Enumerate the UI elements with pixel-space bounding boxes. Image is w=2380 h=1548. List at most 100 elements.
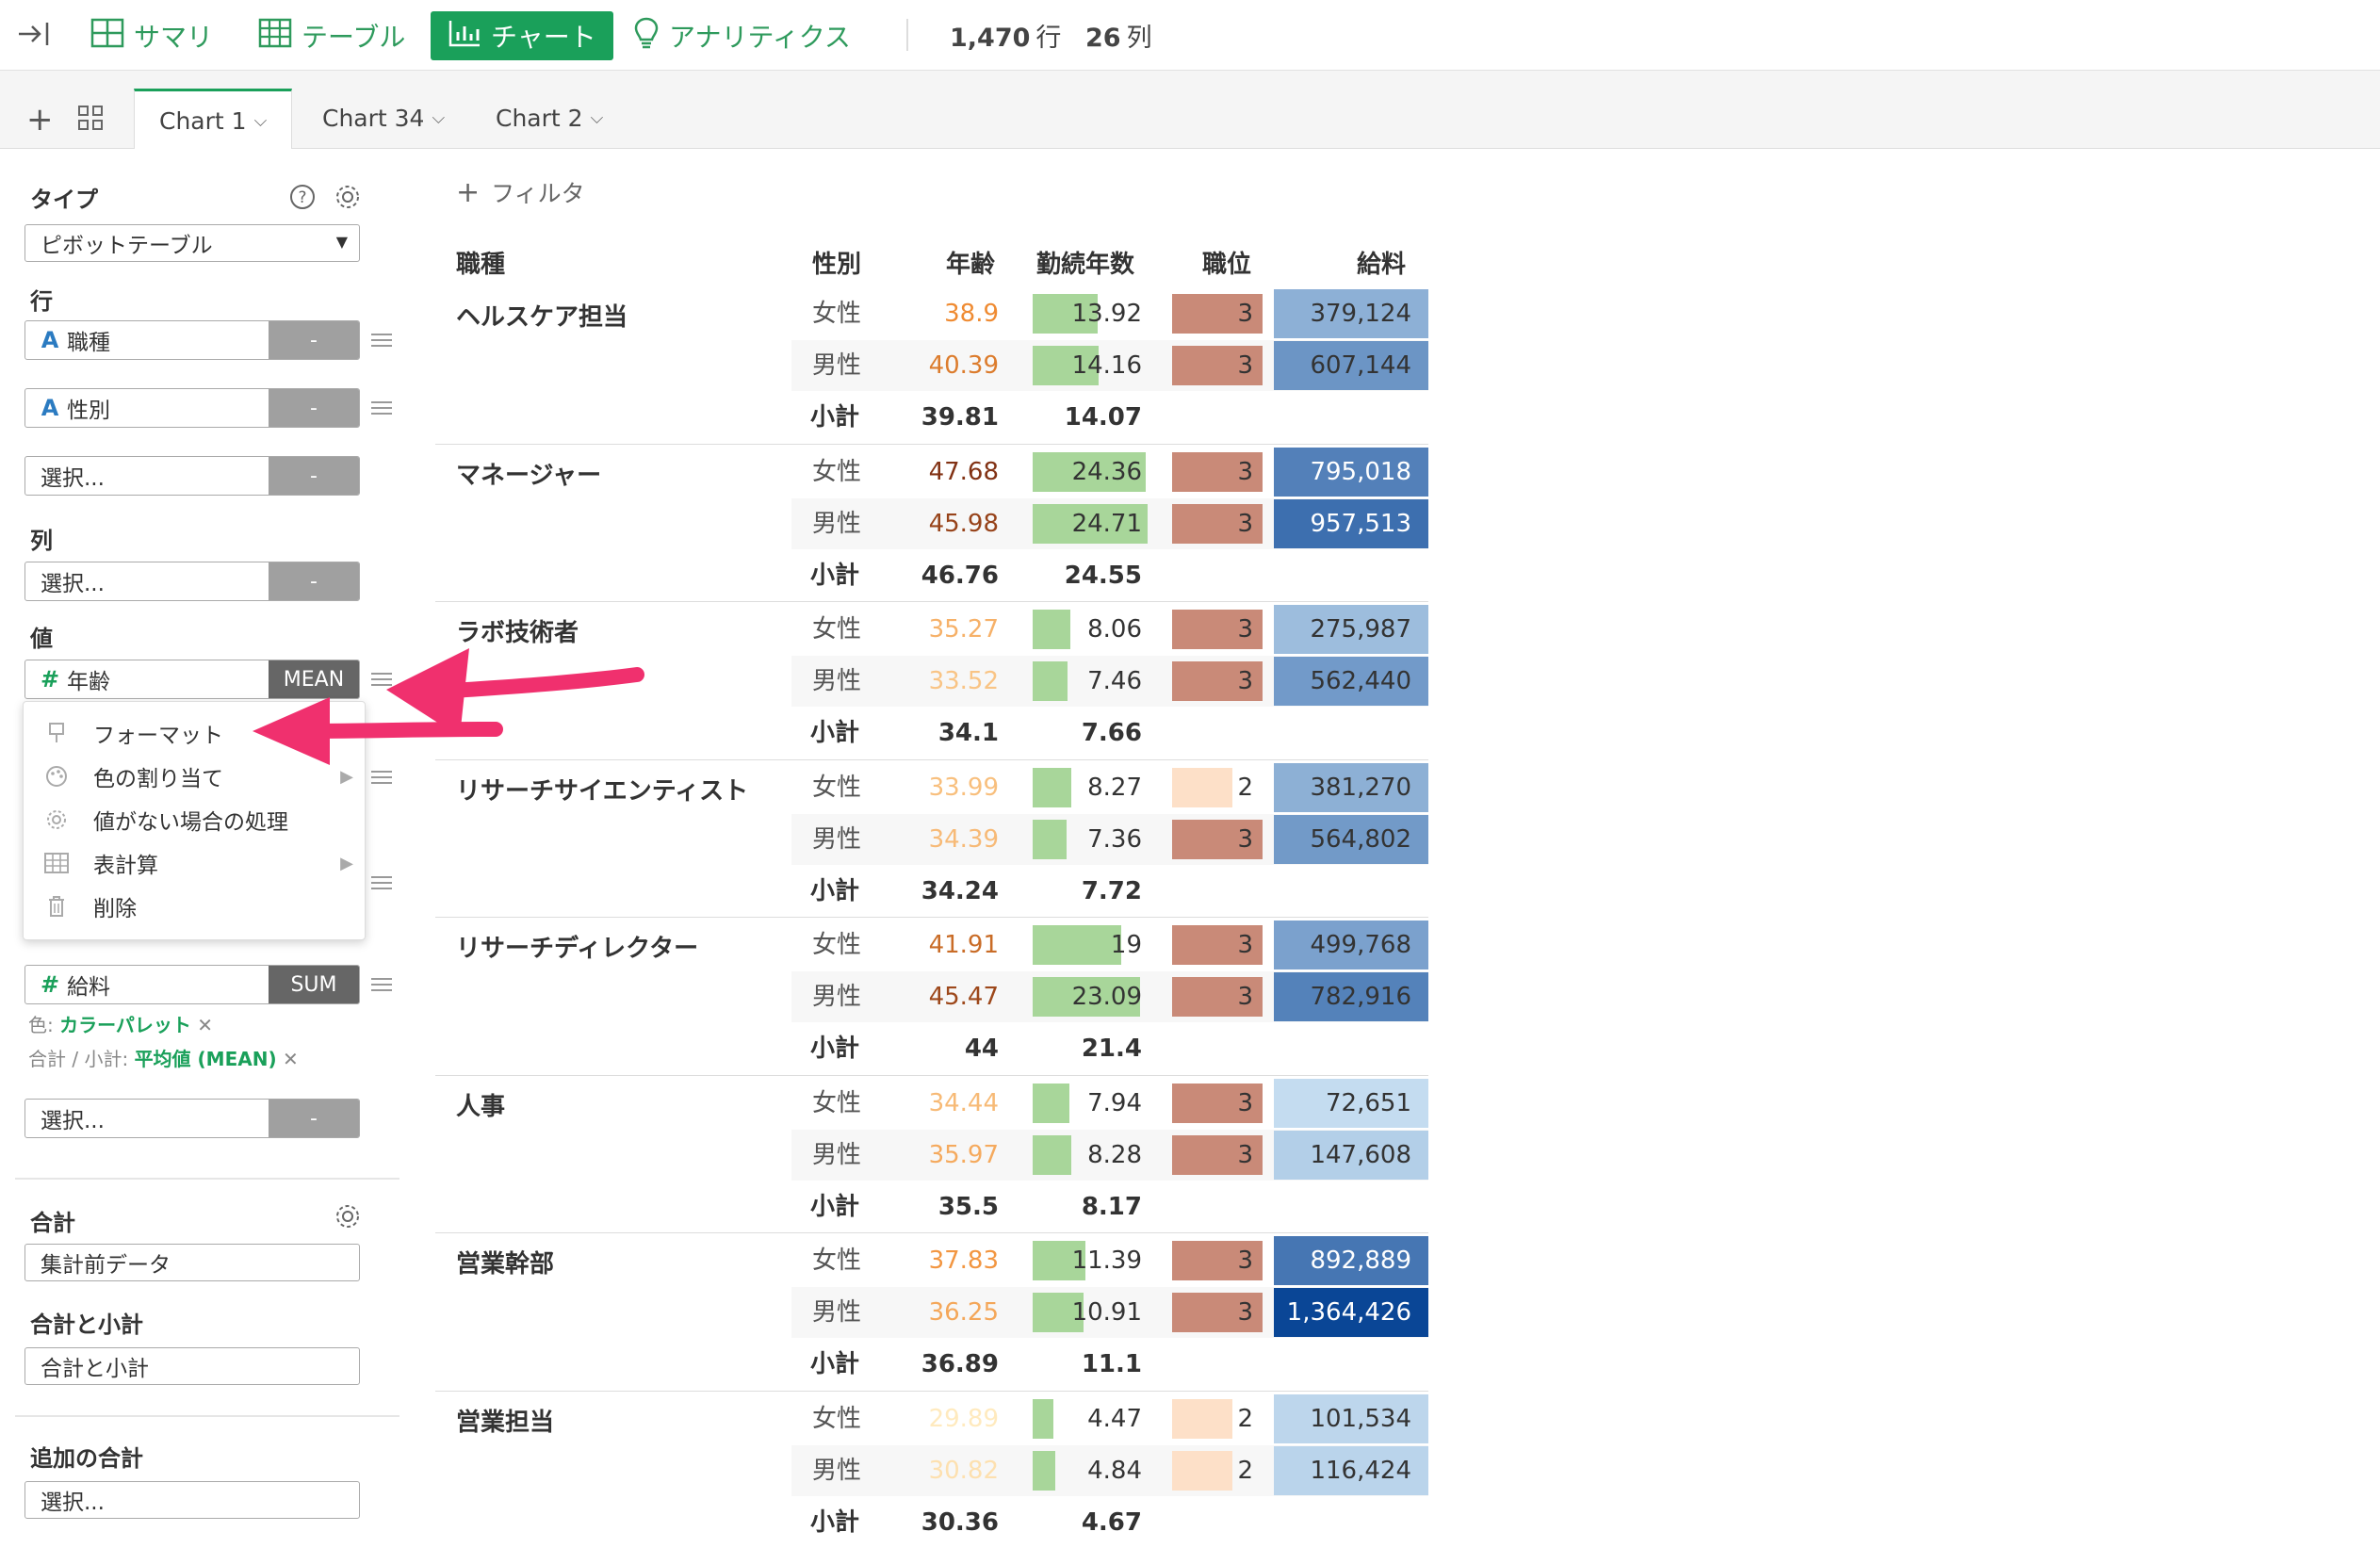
salary-cell: 957,513 <box>1274 498 1428 548</box>
value-field-salary[interactable]: # 給料 SUM <box>24 965 360 1004</box>
position-cell: 3 <box>1237 1088 1253 1117</box>
tenure-cell: 8.06 <box>1087 615 1142 644</box>
toolbar-chart-button[interactable]: チャート <box>431 11 613 60</box>
subtotal-age: 34.24 <box>921 876 999 905</box>
position-cell: 2 <box>1237 773 1253 802</box>
sex-cell: 男性 <box>812 824 862 854</box>
salary-cell: 782,916 <box>1274 972 1428 1021</box>
sex-cell: 女性 <box>812 457 862 486</box>
menu-item-missing-values-label: 値がない場合の処理 <box>93 810 288 835</box>
aggregation-sum-button[interactable]: SUM <box>269 966 359 1003</box>
extra-total-select[interactable]: 選択... <box>24 1481 360 1519</box>
help-icon[interactable]: ? <box>288 183 317 215</box>
position-cell: 3 <box>1237 351 1253 380</box>
position-cell: 3 <box>1237 509 1253 538</box>
position-cell: 3 <box>1237 1298 1253 1327</box>
toolbar-chart-label: チャート <box>491 22 596 53</box>
subtotal-select-value: 合計と小計 <box>41 1357 149 1381</box>
tab-chart-1[interactable]: Chart 1 ⌵ <box>134 89 293 151</box>
subtotal-select[interactable]: 合計と小計 <box>24 1347 360 1385</box>
toolbar-table-button[interactable]: テーブル <box>258 11 405 60</box>
number-type-icon: # <box>40 971 60 998</box>
subtotal-age: 39.81 <box>921 403 999 432</box>
column-field-select-button[interactable]: - <box>269 562 359 600</box>
row-field-select-button[interactable]: - <box>269 457 359 495</box>
drag-handle-icon[interactable] <box>371 669 392 690</box>
collapse-panel-icon[interactable] <box>17 19 51 53</box>
drag-handle-icon[interactable] <box>371 767 392 788</box>
gear-icon[interactable] <box>334 1202 362 1234</box>
add-filter-button[interactable]: + フィルタ <box>456 175 585 209</box>
column-count-value: 26 <box>1085 24 1121 53</box>
subtotal-label: 小計 <box>810 1192 860 1221</box>
age-cell: 36.25 <box>928 1298 999 1327</box>
menu-item-missing-values[interactable]: 値がない場合の処理 <box>24 798 365 841</box>
menu-item-delete[interactable]: 削除 <box>24 885 365 928</box>
toolbar-divider <box>906 19 908 51</box>
menu-item-format[interactable]: フォーマット <box>24 711 365 755</box>
row-count-value: 1,470 <box>950 24 1031 53</box>
subtotal-label: 小計 <box>810 1350 860 1378</box>
sex-cell: 男性 <box>812 1140 862 1169</box>
color-setting-value[interactable]: カラーパレット <box>59 1014 191 1036</box>
row-field-2-sort-button[interactable]: - <box>269 389 359 427</box>
total-setting-value[interactable]: 平均値 (MEAN) <box>135 1048 277 1070</box>
sum-select[interactable]: 集計前データ <box>24 1244 360 1281</box>
tenure-cell: 24.36 <box>1071 457 1142 486</box>
sex-cell: 女性 <box>812 773 862 802</box>
age-cell: 34.44 <box>928 1088 999 1117</box>
sex-cell: 男性 <box>812 667 862 695</box>
salary-cell: 607,144 <box>1274 341 1428 390</box>
sex-cell: 男性 <box>812 983 862 1011</box>
subtotal-label: 小計 <box>810 1035 860 1063</box>
row-field-select[interactable]: 選択... - <box>24 456 360 496</box>
submenu-arrow-icon: ▶ <box>340 766 353 787</box>
salary-cell: 101,534 <box>1274 1393 1428 1443</box>
grid-view-icon[interactable] <box>77 105 104 135</box>
tab-chart-2[interactable]: Chart 2 ⌵ <box>471 88 628 148</box>
remove-total-icon[interactable]: ✕ <box>283 1048 299 1070</box>
gear-icon[interactable] <box>334 183 362 215</box>
drag-handle-icon[interactable] <box>371 974 392 995</box>
row-field-1-sort-button[interactable]: - <box>269 321 359 359</box>
subtotal-label: 小計 <box>810 719 860 747</box>
value-field-select-button[interactable]: - <box>269 1100 359 1137</box>
column-field-select[interactable]: 選択... - <box>24 562 360 601</box>
add-chart-icon[interactable]: + <box>26 101 54 139</box>
value-field-salary-name: 給料 <box>67 975 110 1000</box>
toolbar-analytics-button[interactable]: アナリティクス <box>633 11 851 60</box>
drag-handle-icon[interactable] <box>371 398 392 418</box>
value-field-select[interactable]: 選択... - <box>24 1099 360 1138</box>
category-label: 営業担当 <box>456 1408 555 1437</box>
summary-icon <box>90 18 134 55</box>
aggregation-mean-button[interactable]: MEAN <box>269 660 359 698</box>
menu-item-color-assign[interactable]: 色の割り当て ▶ <box>24 755 365 798</box>
age-cell: 34.39 <box>928 824 999 854</box>
menu-item-table-calc[interactable]: 表計算 ▶ <box>24 841 365 885</box>
chart-type-select[interactable]: ピボットテーブル ▼ <box>24 224 360 262</box>
table-icon <box>258 18 302 55</box>
header-age: 年齢 <box>946 251 996 279</box>
subtotal-age: 36.89 <box>921 1350 999 1378</box>
tab-chart-34[interactable]: Chart 34 ⌵ <box>298 88 469 148</box>
row-field-2[interactable]: A 性別 - <box>24 388 360 428</box>
drag-handle-icon[interactable] <box>371 872 392 893</box>
value-field-age[interactable]: # 年齢 MEAN <box>24 660 360 699</box>
palette-icon <box>42 765 71 788</box>
toolbar-summary-label: サマリ <box>134 22 214 53</box>
drag-handle-icon[interactable] <box>371 330 392 350</box>
age-cell: 41.91 <box>928 931 999 959</box>
row-field-1[interactable]: A 職種 - <box>24 320 360 360</box>
tenure-cell: 10.91 <box>1071 1298 1142 1327</box>
subtotal-tenure: 21.4 <box>1081 1035 1142 1063</box>
sum-select-value: 集計前データ <box>41 1253 171 1278</box>
group-separator <box>435 601 1428 602</box>
remove-color-icon[interactable]: ✕ <box>197 1014 213 1036</box>
group-separator <box>435 443 1428 445</box>
toolbar-summary-button[interactable]: サマリ <box>90 11 213 60</box>
tenure-cell: 13.92 <box>1071 300 1142 328</box>
tenure-cell: 4.84 <box>1087 1456 1142 1485</box>
tenure-cell: 24.71 <box>1071 509 1142 538</box>
group-separator <box>435 1074 1428 1076</box>
row-field-2-name: 性別 <box>67 399 110 423</box>
